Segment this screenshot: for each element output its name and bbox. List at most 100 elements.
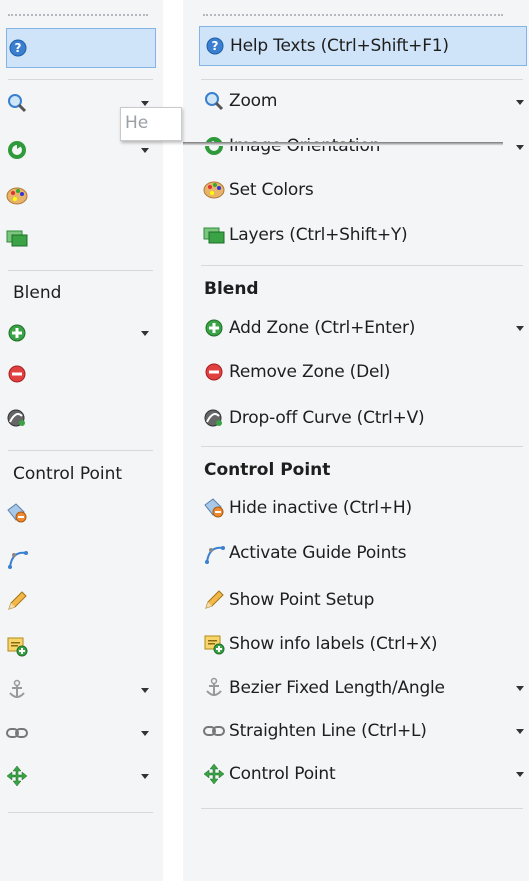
guide-points-icon <box>6 547 28 569</box>
palette-icon <box>203 179 225 201</box>
straighten-button-collapsed[interactable] <box>6 713 156 753</box>
help-button-collapsed[interactable]: ? <box>6 28 156 68</box>
anchor-icon <box>6 679 28 701</box>
straighten-line-button[interactable]: Straighten Line (Ctrl+L) <box>199 711 519 751</box>
guide-points-button-collapsed[interactable] <box>6 538 156 578</box>
pencil-icon <box>6 590 28 612</box>
hide-inactive-icon <box>6 502 28 524</box>
tooltip-text: He <box>125 113 149 133</box>
chevron-down-icon[interactable] <box>516 326 524 331</box>
help-texts-label: Help Texts (Ctrl+Shift+F1) <box>230 36 449 56</box>
rotate-icon <box>203 135 225 157</box>
section-heading-blend: Blend <box>204 279 259 299</box>
layers-icon <box>6 227 28 249</box>
show-point-setup-button[interactable]: Show Point Setup <box>199 580 519 620</box>
colors-button-collapsed[interactable] <box>6 176 156 216</box>
hide-inactive-button[interactable]: Hide inactive (Ctrl+H) <box>199 488 519 528</box>
hide-inactive-button-collapsed[interactable] <box>6 493 156 533</box>
panel-grip[interactable] <box>203 14 503 18</box>
zoom-icon <box>203 90 225 112</box>
chevron-down-icon[interactable] <box>516 100 524 105</box>
image-orientation-label: Image Orientation <box>229 136 381 156</box>
tooltip: He <box>120 107 182 141</box>
help-texts-button[interactable]: ? Help Texts (Ctrl+Shift+F1) <box>199 26 527 66</box>
control-point-icon <box>6 765 28 787</box>
separator <box>8 270 153 271</box>
remove-zone-icon <box>203 361 225 383</box>
add-zone-button-collapsed[interactable] <box>6 313 156 353</box>
activate-guide-points-button[interactable]: Activate Guide Points <box>199 533 519 573</box>
drag-shadow-line <box>183 142 503 146</box>
chain-link-icon <box>203 720 225 742</box>
set-colors-button[interactable]: Set Colors <box>199 170 519 210</box>
chevron-down-icon[interactable] <box>516 686 524 691</box>
control-point-button[interactable]: Control Point <box>199 754 519 794</box>
bezier-fixed-label: Bezier Fixed Length/Angle <box>229 678 445 698</box>
separator <box>8 79 153 80</box>
show-point-setup-label: Show Point Setup <box>229 590 375 610</box>
add-zone-icon <box>203 317 225 339</box>
dropoff-curve-label: Drop-off Curve (Ctrl+V) <box>229 408 425 428</box>
bezier-fixed-button[interactable]: Bezier Fixed Length/Angle <box>199 668 519 708</box>
chevron-down-icon[interactable] <box>141 101 149 106</box>
separator <box>201 808 523 809</box>
control-point-icon <box>203 763 225 785</box>
add-zone-label: Add Zone (Ctrl+Enter) <box>229 318 416 338</box>
separator <box>201 265 523 266</box>
dropoff-curve-button[interactable]: Drop-off Curve (Ctrl+V) <box>199 398 519 438</box>
info-labels-button-collapsed[interactable] <box>6 626 156 666</box>
zoom-label: Zoom <box>229 91 278 111</box>
control-point-button-collapsed[interactable] <box>6 756 156 796</box>
zoom-icon <box>6 92 28 114</box>
anchor-icon <box>203 677 225 699</box>
dropoff-curve-icon <box>203 407 225 429</box>
chevron-down-icon[interactable] <box>141 688 149 693</box>
rotate-icon <box>6 139 28 161</box>
help-icon: ? <box>204 35 226 57</box>
remove-zone-icon <box>6 363 28 385</box>
bezier-button-collapsed[interactable] <box>6 670 156 710</box>
layers-button[interactable]: Layers (Ctrl+Shift+Y) <box>199 215 519 255</box>
separator <box>8 450 153 451</box>
palette-icon <box>6 185 28 207</box>
set-colors-label: Set Colors <box>229 180 314 200</box>
chevron-down-icon[interactable] <box>141 731 149 736</box>
add-zone-icon <box>6 322 28 344</box>
chain-link-icon <box>6 722 28 744</box>
remove-zone-button[interactable]: Remove Zone (Del) <box>199 352 519 392</box>
chevron-down-icon[interactable] <box>516 772 524 777</box>
activate-guide-points-label: Activate Guide Points <box>229 543 407 563</box>
pencil-icon <box>203 589 225 611</box>
layers-label: Layers (Ctrl+Shift+Y) <box>229 225 408 245</box>
chevron-down-icon[interactable] <box>141 148 149 153</box>
separator <box>8 812 153 813</box>
dropoff-curve-button-collapsed[interactable] <box>6 398 156 438</box>
info-labels-icon <box>6 635 28 657</box>
point-setup-button-collapsed[interactable] <box>6 581 156 621</box>
add-zone-button[interactable]: Add Zone (Ctrl+Enter) <box>199 308 519 348</box>
info-labels-icon <box>203 633 225 655</box>
separator <box>201 79 523 80</box>
zoom-button[interactable]: Zoom <box>199 81 519 121</box>
image-orientation-button[interactable]: Image Orientation <box>199 126 519 166</box>
layers-button-collapsed[interactable] <box>6 218 156 258</box>
hide-inactive-label: Hide inactive (Ctrl+H) <box>229 498 412 518</box>
svg-text:?: ? <box>15 41 22 55</box>
show-info-labels-label: Show info labels (Ctrl+X) <box>229 634 438 654</box>
panel-grip[interactable] <box>8 14 148 18</box>
help-icon: ? <box>7 37 29 59</box>
chevron-down-icon[interactable] <box>141 331 149 336</box>
chevron-down-icon[interactable] <box>141 774 149 779</box>
chevron-down-icon[interactable] <box>516 145 524 150</box>
remove-zone-label: Remove Zone (Del) <box>229 362 391 382</box>
section-heading-blend: Blend <box>13 283 62 303</box>
chevron-down-icon[interactable] <box>516 729 524 734</box>
remove-zone-button-collapsed[interactable] <box>6 354 156 394</box>
show-info-labels-button[interactable]: Show info labels (Ctrl+X) <box>199 624 519 664</box>
hide-inactive-icon <box>203 497 225 519</box>
layers-icon <box>203 224 225 246</box>
guide-points-icon <box>203 542 225 564</box>
straighten-line-label: Straighten Line (Ctrl+L) <box>229 721 427 741</box>
section-heading-control-point: Control Point <box>204 460 331 480</box>
separator <box>201 446 523 447</box>
